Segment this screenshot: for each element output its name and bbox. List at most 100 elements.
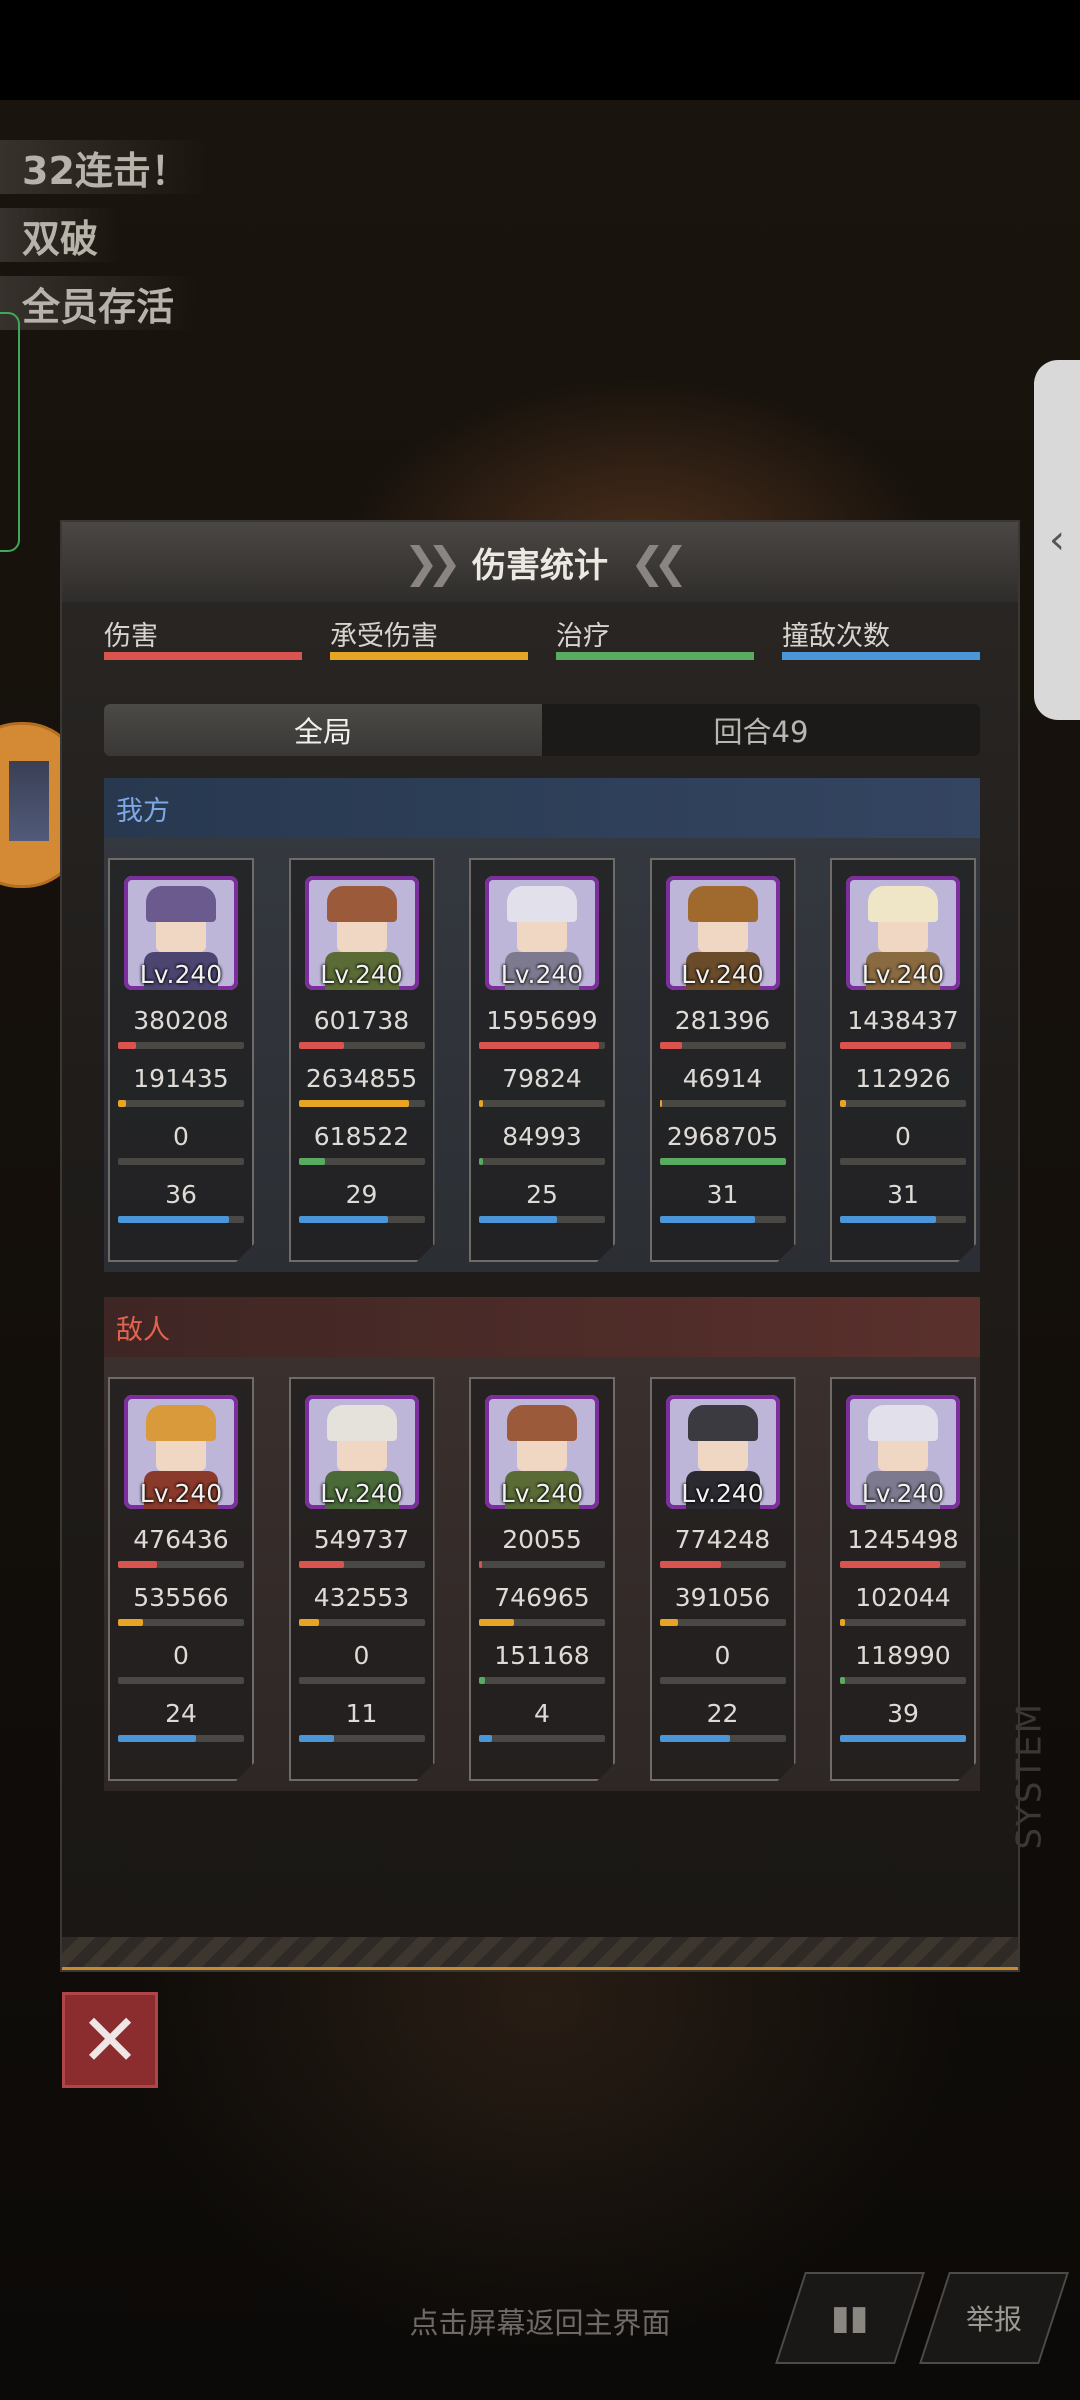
unit-level: Lv.240: [320, 960, 403, 989]
system-watermark: SYSTEM: [1010, 1702, 1050, 1850]
stat-bar-fill: [660, 1042, 683, 1049]
stat-bar: [840, 1042, 966, 1049]
stat-bar: [118, 1100, 244, 1107]
taken-value: 432553: [313, 1583, 410, 1612]
hits-value: 39: [887, 1699, 919, 1728]
stat-bar-fill: [479, 1677, 485, 1684]
heal-value: 2968705: [666, 1122, 779, 1151]
unit-card[interactable]: Lv.240 20055 746965 151168 4: [469, 1377, 615, 1781]
stat-bar-fill: [299, 1042, 344, 1049]
panel-header: ❯❯ 伤害统计 ❮❮: [62, 522, 1018, 602]
double-chevron-right-icon: ❯❯: [403, 537, 462, 587]
stat-bar: [660, 1561, 786, 1568]
stat-bar: [299, 1619, 425, 1626]
heal-value: 0: [895, 1122, 911, 1151]
heal-value: 0: [173, 1122, 189, 1151]
unit-card[interactable]: Lv.240 549737 432553 0 11: [289, 1377, 435, 1781]
stat-bar: [479, 1042, 605, 1049]
taken-value: 46914: [682, 1064, 763, 1093]
stat-bar-fill: [840, 1677, 845, 1684]
stat-bar-fill: [118, 1619, 143, 1626]
stat-bar-fill: [479, 1158, 483, 1165]
damage-stats-panel: ❯❯ 伤害统计 ❮❮ 伤害 承受伤害 治疗 撞敌次数 全局 回合49 我方 Lv…: [60, 520, 1050, 1972]
heal-value: 118990: [855, 1641, 951, 1670]
unit-card[interactable]: Lv.240 774248 391056 0 22: [650, 1377, 796, 1781]
stat-bar: [840, 1561, 966, 1568]
return-hint[interactable]: 点击屏幕返回主界面: [0, 2300, 1080, 2342]
side-drawer-handle[interactable]: ‹: [1034, 360, 1080, 720]
stat-bar-fill: [479, 1735, 492, 1742]
heal-value: 0: [173, 1641, 189, 1670]
stat-bar-fill: [660, 1619, 679, 1626]
heal-value: 0: [353, 1641, 370, 1670]
stat-bar: [299, 1735, 425, 1742]
legend-color-bar: [330, 652, 528, 660]
hits-value: 25: [526, 1180, 558, 1209]
legend-label: 承受伤害: [330, 621, 438, 652]
damage-value: 1595699: [486, 1006, 598, 1035]
tab-overall[interactable]: 全局: [104, 704, 542, 756]
stat-bar: [118, 1677, 244, 1684]
stat-bar: [479, 1735, 605, 1742]
stat-bar: [118, 1619, 244, 1626]
stat-bar-fill: [660, 1735, 731, 1742]
stat-bar: [479, 1677, 605, 1684]
unit-level: Lv.240: [681, 1479, 764, 1508]
damage-value: 549737: [313, 1525, 410, 1554]
heal-value: 618522: [313, 1122, 410, 1151]
stat-bar-fill: [840, 1216, 936, 1223]
unit-level: Lv.240: [861, 1479, 945, 1508]
unit-card[interactable]: Lv.240 476436 535566 0 24: [108, 1377, 254, 1781]
stat-bar-fill: [118, 1735, 196, 1742]
close-button[interactable]: ✕: [62, 1992, 158, 2088]
legend-damage-taken: 承受伤害: [330, 614, 528, 684]
legend-label: 撞敌次数: [782, 621, 890, 652]
enemy-section: 敌人 Lv.240 476436 535566 0 24 Lv.240 549737 4325…: [104, 1297, 980, 1791]
hits-value: 24: [165, 1699, 197, 1728]
tab-round-49[interactable]: 回合49: [542, 704, 980, 756]
stat-bar: [299, 1042, 425, 1049]
stat-bar: [840, 1158, 966, 1165]
stat-bar: [840, 1100, 966, 1107]
round-tabs: 全局 回合49: [104, 704, 980, 756]
hits-value: 29: [345, 1180, 378, 1209]
taken-value: 2634855: [305, 1064, 418, 1093]
stat-bar-fill: [118, 1216, 229, 1223]
stat-bar: [840, 1735, 966, 1742]
stat-bar: [479, 1158, 605, 1165]
unit-card[interactable]: Lv.240 1438437 112926 0 31: [830, 858, 976, 1262]
heal-value: 0: [714, 1641, 731, 1670]
unit-card[interactable]: Lv.240 601738 2634855 618522 29: [289, 858, 435, 1262]
unit-level: Lv.240: [139, 1479, 223, 1508]
legend-color-bar: [556, 652, 754, 660]
legend-label: 伤害: [104, 621, 158, 652]
taken-value: 102044: [855, 1583, 951, 1612]
legend-hits: 撞敌次数: [782, 614, 980, 684]
stat-bar: [299, 1100, 425, 1107]
combo-banner: 32连击！: [0, 140, 211, 194]
unit-card[interactable]: Lv.240 380208 191435 0 36: [108, 858, 254, 1262]
stat-bar-fill: [118, 1561, 157, 1568]
unit-card[interactable]: Lv.240 1595699 79824 84993 25: [469, 858, 615, 1262]
stat-bar: [479, 1100, 605, 1107]
stat-bar: [299, 1216, 425, 1223]
taken-value: 191435: [133, 1064, 229, 1093]
stat-bar-fill: [660, 1561, 722, 1568]
taken-value: 746965: [494, 1583, 590, 1612]
damage-value: 476436: [133, 1525, 229, 1554]
stat-bar-fill: [299, 1100, 410, 1107]
stat-bar: [118, 1216, 244, 1223]
unit-level: Lv.240: [681, 960, 764, 989]
stat-bar: [118, 1042, 244, 1049]
unit-card[interactable]: Lv.240 281396 46914 2968705 31: [650, 858, 796, 1262]
stat-bar-fill: [660, 1216, 756, 1223]
stat-bar: [840, 1677, 966, 1684]
stat-bar: [299, 1561, 425, 1568]
stat-bar: [660, 1216, 786, 1223]
stat-bar: [479, 1561, 605, 1568]
stat-bar-fill: [840, 1619, 845, 1626]
taken-value: 535566: [133, 1583, 229, 1612]
enemy-unit-list: Lv.240 476436 535566 0 24 Lv.240 549737 432553 0…: [104, 1357, 980, 1791]
taken-value: 79824: [502, 1064, 582, 1093]
unit-card[interactable]: Lv.240 1245498 102044 118990 39: [830, 1377, 976, 1781]
